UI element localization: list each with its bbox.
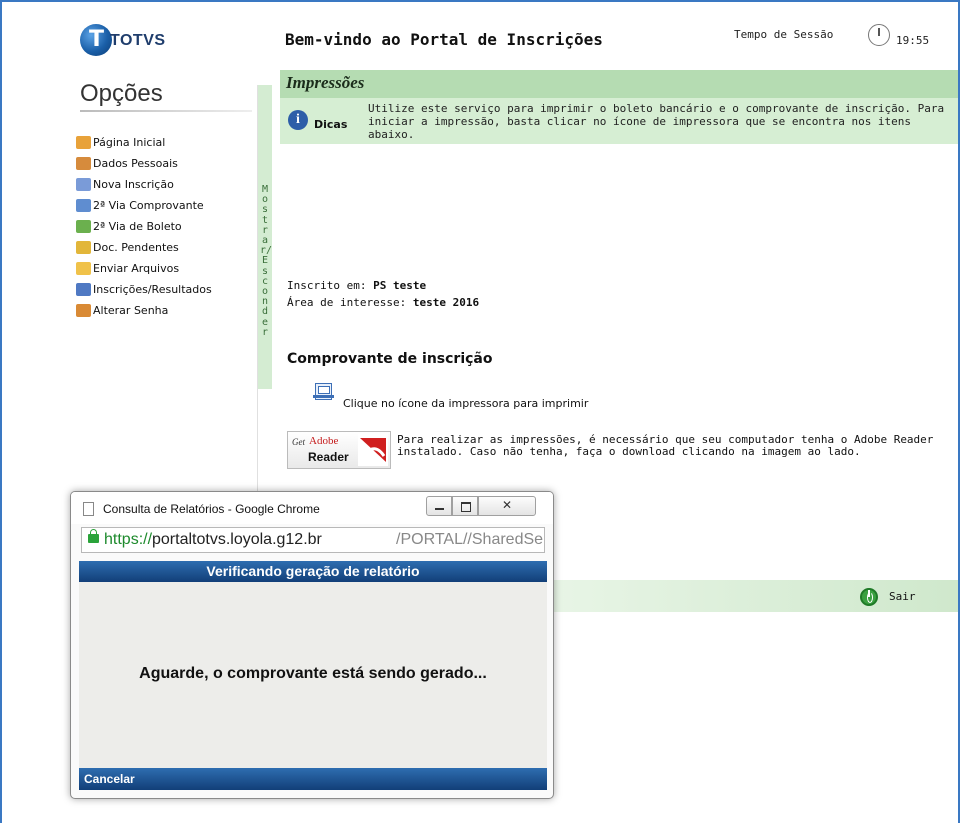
popup-body: Aguarde, o comprovante está sendo gerado… bbox=[79, 582, 547, 768]
sidebar-item-nova-inscricao[interactable]: Nova Inscrição bbox=[76, 174, 212, 195]
barcode-icon bbox=[76, 220, 91, 233]
adobe-reader-notice: Para realizar as impressões, é necessári… bbox=[397, 433, 934, 458]
upload-icon bbox=[76, 262, 91, 275]
logout-link[interactable]: Sair bbox=[889, 590, 916, 603]
sidebar-item-label: 2ª Via de Boleto bbox=[93, 220, 182, 233]
inscrito-line: Inscrito em: PS teste bbox=[287, 279, 426, 292]
printer-icon[interactable] bbox=[313, 383, 334, 400]
adobe-get-text: Get bbox=[292, 437, 305, 447]
logo-letter: T bbox=[89, 27, 105, 52]
window-frame-top bbox=[0, 0, 960, 2]
sidebar-item-label: Página Inicial bbox=[93, 136, 166, 149]
adobe-brand-text: Adobe bbox=[309, 435, 339, 447]
sidebar-item-inscricoes-resultados[interactable]: Inscrições/Resultados bbox=[76, 279, 212, 300]
clock-icon bbox=[868, 24, 890, 46]
warning-document-icon bbox=[76, 241, 91, 254]
list-download-icon bbox=[76, 283, 91, 296]
page-title: Bem-vindo ao Portal de Inscrições bbox=[285, 30, 603, 49]
inscrito-label: Inscrito em: bbox=[287, 279, 367, 292]
sidebar-item-label: Inscrições/Resultados bbox=[93, 283, 212, 296]
loading-message: Aguarde, o comprovante está sendo gerado… bbox=[139, 665, 487, 682]
session-time: 19:55 bbox=[896, 34, 930, 47]
home-icon bbox=[76, 136, 91, 149]
form-icon bbox=[76, 178, 91, 191]
sidebar-item-dados-pessoais[interactable]: Dados Pessoais bbox=[76, 153, 212, 174]
adobe-reader-text: Reader bbox=[308, 450, 349, 464]
inscrito-value: PS teste bbox=[373, 279, 427, 292]
area-label: Área de interesse: bbox=[287, 296, 407, 309]
totvs-logo[interactable]: T TOTVS bbox=[80, 24, 176, 56]
section-title-bar: Impressões bbox=[280, 70, 958, 98]
section-title: Impressões bbox=[286, 73, 365, 92]
header: T TOTVS Bem-vindo ao Portal de Inscriçõe… bbox=[76, 18, 960, 68]
sidebar-nav: Página Inicial Dados Pessoais Nova Inscr… bbox=[76, 132, 212, 321]
tip-text: Utilize este serviço para imprimir o bol… bbox=[368, 102, 945, 141]
printer-icon bbox=[76, 199, 91, 212]
sidebar-item-label: Enviar Arquivos bbox=[93, 262, 180, 275]
sidebar-title-divider bbox=[80, 110, 252, 112]
sidebar-item-enviar-arquivos[interactable]: Enviar Arquivos bbox=[76, 258, 212, 279]
popup-window-title: Consulta de Relatórios - Google Chrome bbox=[103, 502, 320, 516]
window-frame-left bbox=[0, 0, 2, 823]
sidebar-item-label: Nova Inscrição bbox=[93, 178, 174, 191]
maximize-button[interactable] bbox=[452, 496, 478, 516]
popup-header: Verificando geração de relatório bbox=[79, 561, 547, 582]
minimize-button[interactable] bbox=[426, 496, 452, 516]
sidebar-item-2via-boleto[interactable]: 2ª Via de Boleto bbox=[76, 216, 212, 237]
session-label: Tempo de Sessão bbox=[734, 28, 834, 41]
power-icon[interactable] bbox=[860, 588, 878, 606]
adobe-reader-download-button[interactable]: Get Adobe Reader bbox=[287, 431, 391, 469]
sidebar-item-2via-comprovante[interactable]: 2ª Via Comprovante bbox=[76, 195, 212, 216]
lock-icon bbox=[88, 529, 99, 543]
sidebar-item-label: Dados Pessoais bbox=[93, 157, 178, 170]
sidebar-toggle[interactable]: Mostrar/Esconder bbox=[258, 85, 272, 389]
logo-text: TOTVS bbox=[110, 32, 166, 49]
area-value: teste 2016 bbox=[412, 296, 480, 309]
person-icon bbox=[76, 157, 91, 170]
sidebar-title: Opções bbox=[80, 80, 163, 107]
window-controls bbox=[426, 496, 550, 516]
url-path: /PORTAL//SharedSer bbox=[396, 531, 545, 548]
sidebar-item-label: 2ª Via Comprovante bbox=[93, 199, 204, 212]
comprovante-title: Comprovante de inscrição bbox=[287, 351, 493, 367]
sidebar-item-alterar-senha[interactable]: Alterar Senha bbox=[76, 300, 212, 321]
close-button[interactable] bbox=[478, 496, 536, 516]
tip-box: i Dicas Utilize este serviço para imprim… bbox=[280, 98, 958, 144]
cancel-button[interactable]: Cancelar bbox=[84, 772, 135, 786]
sidebar-item-label: Doc. Pendentes bbox=[93, 241, 179, 254]
adobe-reader-icon bbox=[358, 434, 388, 466]
sidebar-item-doc-pendentes[interactable]: Doc. Pendentes bbox=[76, 237, 212, 258]
sidebar-item-pagina-inicial[interactable]: Página Inicial bbox=[76, 132, 212, 153]
report-popup-window: Consulta de Relatórios - Google Chrome h… bbox=[70, 491, 554, 799]
page-icon bbox=[83, 502, 94, 516]
user-key-icon bbox=[76, 304, 91, 317]
info-icon: i bbox=[288, 110, 308, 130]
address-bar[interactable]: https:// portaltotvs.loyola.g12.br /PORT… bbox=[81, 527, 545, 553]
print-hint: Clique no ícone da impressora para impri… bbox=[343, 397, 589, 410]
url-scheme: https:// bbox=[104, 531, 153, 548]
popup-footer: Cancelar bbox=[79, 768, 547, 790]
sidebar-toggle-label: Mostrar/Esconder bbox=[260, 184, 273, 338]
sidebar-item-label: Alterar Senha bbox=[93, 304, 169, 317]
popup-titlebar[interactable]: Consulta de Relatórios - Google Chrome bbox=[71, 492, 553, 524]
url-host: portaltotvs.loyola.g12.br bbox=[152, 531, 322, 548]
area-line: Área de interesse: teste 2016 bbox=[287, 296, 479, 309]
tip-label: Dicas bbox=[314, 118, 348, 131]
